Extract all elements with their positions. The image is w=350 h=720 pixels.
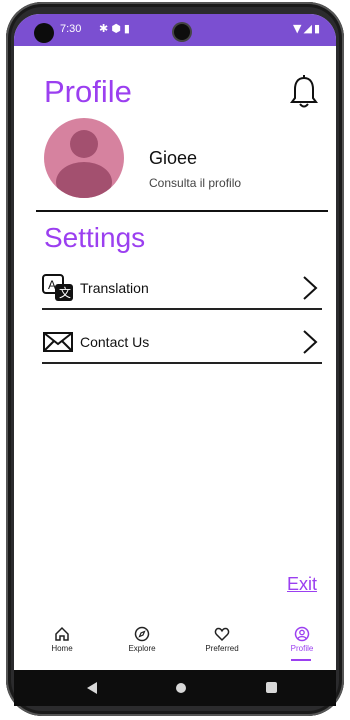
nav-item-preferred[interactable]: Preferred <box>187 626 257 653</box>
nav-item-label: Preferred <box>205 644 239 653</box>
mail-icon <box>43 332 73 352</box>
nav-item-label: Profile <box>290 644 314 653</box>
settings-item-label: Contact Us <box>80 334 150 350</box>
avatar-head <box>70 130 98 158</box>
divider <box>42 362 322 364</box>
settings-item-translation[interactable]: A 文 Translation <box>42 266 322 310</box>
battery-icon: ▮ <box>313 22 322 35</box>
home-icon <box>55 626 69 641</box>
divider <box>42 308 322 310</box>
view-profile-link[interactable]: Consulta il profilo <box>149 176 241 190</box>
translate-icon: A 文 <box>42 274 73 301</box>
nav-item-label: Home <box>51 644 73 653</box>
nav-item-label: Explore <box>128 644 156 653</box>
bottom-nav: Home Explore Preferred Profile <box>14 620 336 668</box>
home-button-icon[interactable] <box>176 683 186 693</box>
user-name[interactable]: Gioee <box>149 148 197 169</box>
status-left-icons: ✱⬢▮ <box>99 22 133 35</box>
nav-item-explore[interactable]: Explore <box>107 626 177 653</box>
signal-icon: ◢ <box>303 22 314 35</box>
wifi-icon: ▼ <box>293 22 304 35</box>
svg-text:A: A <box>48 278 56 292</box>
front-camera <box>174 24 190 40</box>
page-title: Profile <box>44 74 132 109</box>
avatar[interactable] <box>44 118 124 198</box>
status-time: 7:30 <box>60 23 82 35</box>
settings-item-label: Translation <box>80 280 149 296</box>
settings-icon: ✱ <box>99 22 112 35</box>
status-bar: 7:30 ✱⬢▮ ▼◢▮ <box>14 14 336 46</box>
exit-link[interactable]: Exit <box>287 574 317 595</box>
settings-title: Settings <box>44 222 146 253</box>
divider <box>36 210 328 212</box>
settings-item-contact[interactable]: Contact Us <box>42 320 322 364</box>
bell-icon[interactable] <box>288 74 320 110</box>
svg-text:文: 文 <box>59 285 71 300</box>
nav-item-home[interactable]: Home <box>27 626 97 653</box>
chevron-right-icon <box>303 330 318 354</box>
nav-item-profile[interactable]: Profile <box>267 626 337 661</box>
user-circle-icon <box>294 626 310 642</box>
system-nav-bar <box>14 670 336 706</box>
status-right-icons: ▼◢▮ <box>293 22 322 35</box>
active-indicator <box>291 659 311 661</box>
back-icon[interactable] <box>86 681 98 695</box>
card-icon: ▮ <box>123 22 133 35</box>
shield-icon: ⬢ <box>111 22 124 35</box>
chevron-right-icon <box>303 276 318 300</box>
compass-icon <box>134 626 150 642</box>
heart-icon <box>214 627 230 642</box>
recents-icon[interactable] <box>266 682 277 693</box>
camera-dot <box>34 23 54 43</box>
avatar-body <box>56 162 112 198</box>
